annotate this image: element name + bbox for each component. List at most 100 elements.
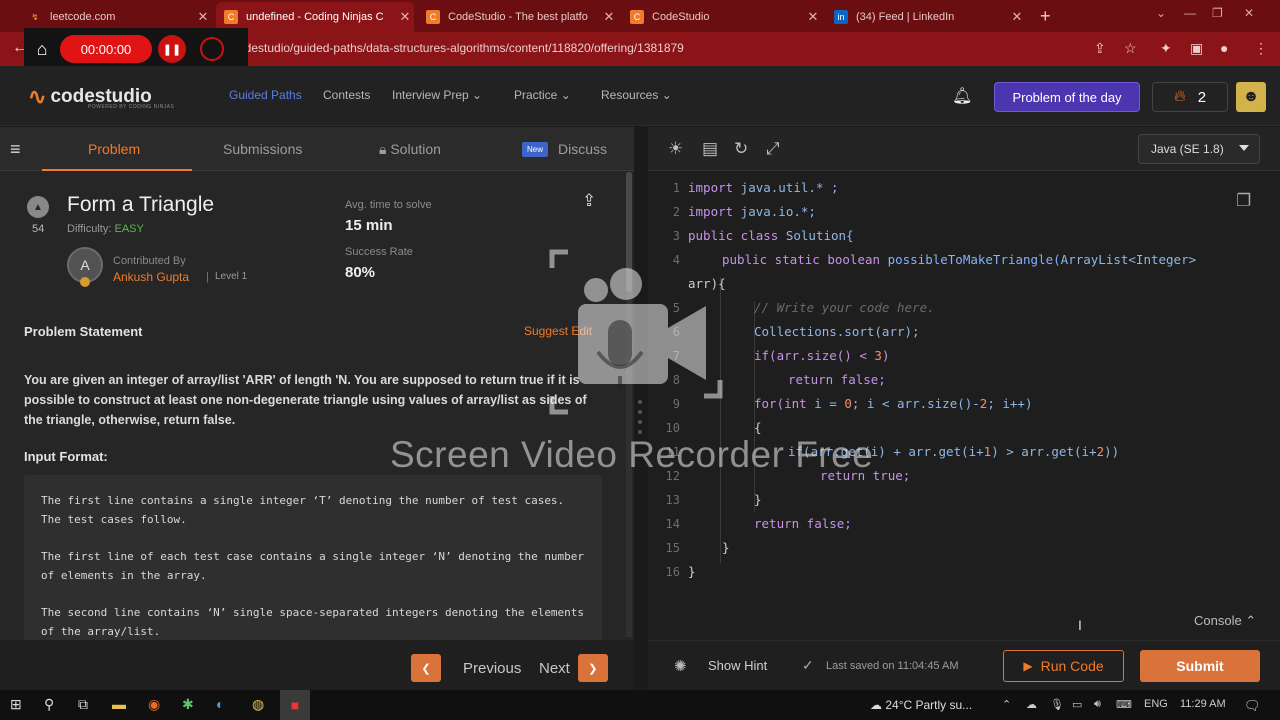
- close-icon[interactable]: ✕: [396, 9, 414, 25]
- hamburger-menu-icon[interactable]: ≡: [10, 139, 21, 160]
- code-line[interactable]: }: [688, 564, 696, 579]
- volume-icon[interactable]: 🔊︎: [1094, 698, 1101, 711]
- upvote-icon[interactable]: ▲: [27, 196, 49, 218]
- star-icon[interactable]: ☆: [1124, 40, 1137, 57]
- cloud-sync-icon[interactable]: ☁: [1026, 698, 1037, 711]
- token: Collections.sort(arr);: [754, 324, 920, 339]
- profile-icon[interactable]: ●: [1220, 40, 1228, 56]
- url-field[interactable]: odestudio/guided-paths/data-structures-a…: [238, 41, 684, 55]
- next-button[interactable]: Next ❯: [539, 654, 608, 682]
- browser-tab-linkedin[interactable]: in (34) Feed | LinkedIn ✕: [826, 2, 1026, 32]
- nav-interview-prep[interactable]: Interview Prep ⌄: [392, 88, 482, 102]
- code-line[interactable]: }: [754, 492, 762, 507]
- line-number: 16: [665, 565, 680, 579]
- code-line[interactable]: public static boolean possibleToMakeTria…: [722, 252, 1196, 267]
- share-page-icon[interactable]: ⇪: [1094, 40, 1106, 57]
- extensions-icon[interactable]: ✦: [1160, 40, 1172, 57]
- nav-resources[interactable]: Resources ⌄: [601, 88, 672, 102]
- tab-title: CodeStudio - The best platfo: [448, 11, 588, 23]
- search-icon[interactable]: ⚲: [44, 696, 54, 713]
- bell-icon[interactable]: 🔔︎: [952, 86, 972, 106]
- copy-icon[interactable]: ❐: [1236, 191, 1251, 211]
- mic-icon[interactable]: 🎙︎: [1050, 698, 1064, 711]
- pause-icon[interactable]: ❚❚: [158, 35, 186, 63]
- tab-submissions[interactable]: Submissions: [223, 141, 302, 157]
- window-close-icon[interactable]: ✕: [1244, 6, 1254, 20]
- code-line[interactable]: // Write your code here.: [754, 300, 935, 315]
- tab-problem[interactable]: Problem: [88, 141, 140, 157]
- problem-statement-header: Problem Statement: [24, 324, 143, 339]
- tab-discuss[interactable]: Discuss: [558, 141, 607, 157]
- close-icon[interactable]: ✕: [804, 9, 822, 25]
- streak-counter[interactable]: 🔥︎ 2: [1152, 82, 1228, 112]
- problem-of-the-day-button[interactable]: Problem of the day: [994, 82, 1140, 112]
- task-view-icon[interactable]: ⧉: [78, 696, 88, 713]
- stop-record-icon[interactable]: [200, 37, 224, 61]
- new-tab-button[interactable]: +: [1040, 6, 1051, 27]
- caret-down-icon: [1239, 145, 1249, 151]
- more-menu-icon[interactable]: ⋮: [1254, 40, 1268, 57]
- code-line[interactable]: return false;: [788, 372, 886, 387]
- console-toggle[interactable]: Console ⌃: [1194, 613, 1256, 629]
- edge-icon[interactable]: ◐: [216, 696, 224, 712]
- nav-practice[interactable]: Practice ⌄: [514, 88, 571, 102]
- nav-contests[interactable]: Contests: [323, 88, 370, 102]
- success-rate-value: 80%: [345, 264, 376, 281]
- code-line[interactable]: import java.io.*;: [688, 204, 816, 219]
- code-line[interactable]: if(arr.size() < 3): [754, 348, 889, 363]
- share-icon[interactable]: ⇪: [582, 191, 596, 211]
- windows-start-icon[interactable]: ⊞: [10, 696, 22, 713]
- clock[interactable]: 11:29 AM: [1180, 698, 1226, 710]
- app-icon[interactable]: ✱: [182, 696, 194, 713]
- contributor-level: Level 1: [215, 271, 248, 282]
- close-icon[interactable]: ✕: [194, 9, 212, 25]
- previous-button[interactable]: ❮ Previous: [411, 654, 521, 682]
- submit-button[interactable]: Submit: [1140, 650, 1260, 682]
- sidebar-icon[interactable]: ▣: [1190, 40, 1203, 57]
- problem-tabs: ≡ Problem Submissions 🔒︎ Solution New Di…: [0, 127, 634, 171]
- recorder-app-icon[interactable]: ■: [280, 690, 310, 720]
- nav-guided-paths[interactable]: Guided Paths: [229, 88, 302, 102]
- show-hint-button[interactable]: Show Hint: [708, 658, 767, 673]
- user-avatar[interactable]: ☻: [1236, 82, 1266, 112]
- theme-sun-icon[interactable]: ☀: [668, 139, 683, 159]
- browser-tab-codestudio[interactable]: C CodeStudio ✕: [622, 2, 822, 32]
- browser-tab-codestudio-best[interactable]: C CodeStudio - The best platfo ✕: [418, 2, 618, 32]
- contributor-name[interactable]: Ankush Gupta: [113, 270, 189, 284]
- maximize-icon[interactable]: ❐: [1212, 6, 1223, 20]
- save-icon[interactable]: ▤: [702, 139, 718, 159]
- weather-widget[interactable]: ☁ 24°C Partly su...: [870, 698, 972, 712]
- chrome-icon[interactable]: ◍: [252, 696, 264, 713]
- token: }: [754, 492, 762, 507]
- code-line[interactable]: return false;: [754, 516, 852, 531]
- code-line[interactable]: import java.util.* ;: [688, 180, 839, 195]
- input-format-line: The first line of each test case contain…: [41, 550, 585, 582]
- token: ) > arr.get(i+: [991, 444, 1097, 459]
- streak-count: 2: [1197, 88, 1207, 106]
- code-line[interactable]: {: [754, 420, 762, 435]
- language-indicator[interactable]: ENG: [1144, 698, 1168, 710]
- code-line[interactable]: public class Solution{: [688, 228, 854, 243]
- run-code-button[interactable]: ▶ Run Code: [1003, 650, 1124, 682]
- notifications-icon[interactable]: 🗨︎: [1244, 698, 1261, 714]
- minimize-icon[interactable]: —: [1184, 6, 1196, 20]
- browser-app-icon[interactable]: ◉: [148, 696, 160, 713]
- code-line[interactable]: for(int i = 0; i < arr.size()-2; i++): [754, 396, 1032, 411]
- file-explorer-icon[interactable]: ▬: [112, 696, 126, 712]
- reset-icon[interactable]: ↻: [734, 139, 748, 159]
- difficulty-label: Difficulty:: [67, 223, 112, 235]
- fullscreen-icon[interactable]: ⤢: [766, 139, 780, 159]
- code-line[interactable]: }: [722, 540, 730, 555]
- language-select[interactable]: Java (SE 1.8): [1138, 134, 1260, 164]
- chevron-up-icon[interactable]: ⌃: [1002, 698, 1011, 711]
- token: public class: [688, 228, 779, 243]
- close-icon[interactable]: ✕: [600, 9, 618, 25]
- network-icon[interactable]: ▭: [1072, 698, 1082, 711]
- close-icon[interactable]: ✕: [1008, 9, 1026, 25]
- keyboard-icon[interactable]: ⌨: [1116, 698, 1132, 711]
- token: return: [788, 372, 834, 387]
- chevron-down-icon[interactable]: ⌄: [1156, 6, 1166, 20]
- code-line[interactable]: Collections.sort(arr);: [754, 324, 920, 339]
- tab-solution[interactable]: 🔒︎ Solution: [379, 141, 441, 158]
- home-icon[interactable]: ⌂: [24, 39, 60, 60]
